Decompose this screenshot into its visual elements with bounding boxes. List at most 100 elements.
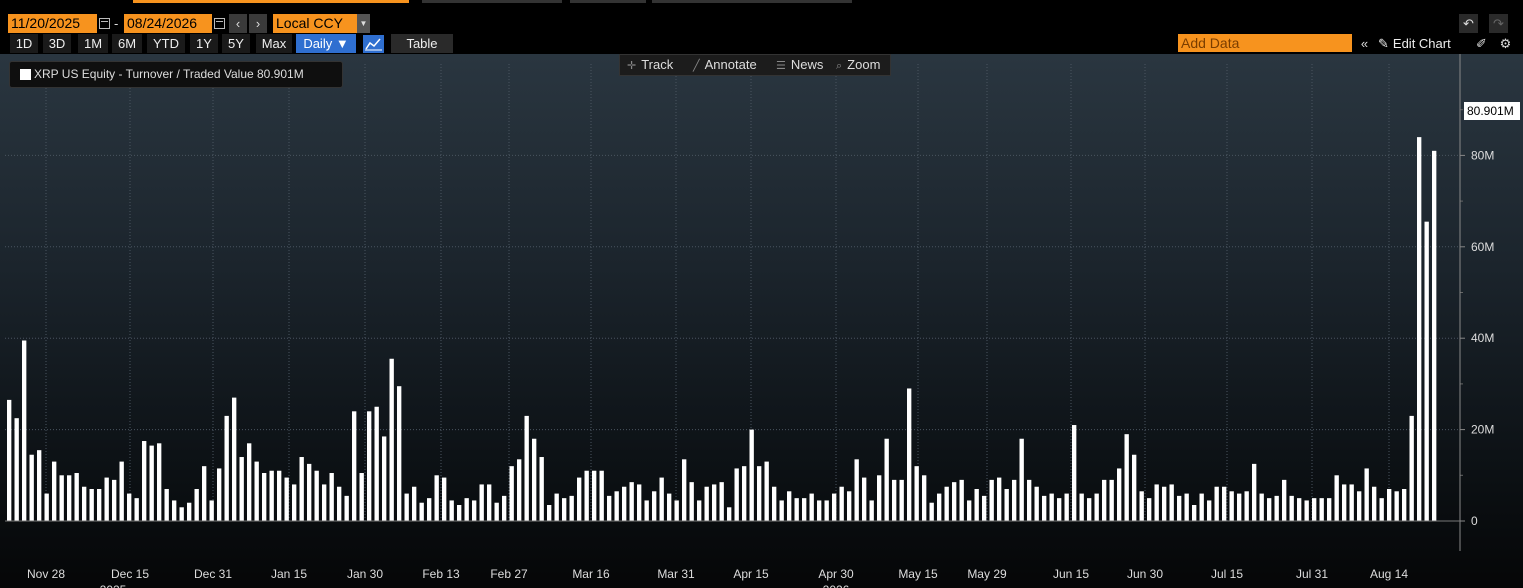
bar [299, 457, 304, 521]
bar [194, 489, 199, 521]
bar [164, 489, 169, 521]
bar [1304, 500, 1309, 521]
news-tool[interactable]: ☰ News [776, 55, 823, 75]
bar [307, 463, 312, 522]
line-chart-icon [365, 38, 382, 51]
bar [187, 502, 192, 521]
edit-mode-button[interactable]: ✐ [1472, 34, 1491, 53]
edit-chart-button[interactable]: ✎ Edit Chart [1378, 34, 1472, 53]
table-button[interactable]: Table [391, 34, 453, 53]
bar [1012, 479, 1017, 521]
bar [1312, 498, 1317, 521]
bar [104, 477, 109, 521]
annotate-tool[interactable]: ╱ Annotate [693, 55, 757, 75]
bar [1027, 479, 1032, 521]
track-tool[interactable]: ✛ Track [627, 55, 673, 75]
bar [584, 470, 589, 521]
end-date-input[interactable]: 08/24/2026 [124, 14, 212, 33]
x-tick-label: Dec 31 [194, 567, 232, 581]
bar [352, 411, 357, 521]
bar [44, 493, 49, 521]
period-5y-button[interactable]: 5Y [222, 34, 250, 53]
bar [607, 495, 612, 521]
bar [787, 491, 792, 521]
redo-button[interactable]: ↷ [1489, 14, 1508, 33]
turnover-bar-chart[interactable]: 0 20M 40M 60M 80M Nov 28 Dec 15 Dec 31 Jan 15 Jan… [0, 54, 1523, 588]
bar [1297, 498, 1302, 521]
settings-button[interactable]: ⚙ [1496, 34, 1515, 53]
bar [1244, 491, 1249, 521]
bar [614, 491, 619, 521]
period-1m-button[interactable]: 1M [78, 34, 108, 53]
bar [1424, 221, 1429, 521]
bar [419, 502, 424, 521]
bar [277, 470, 282, 521]
bar [314, 470, 319, 521]
bar [14, 418, 19, 521]
collapse-button[interactable]: « [1355, 34, 1374, 53]
bar [989, 479, 994, 521]
bar [884, 438, 889, 521]
calendar-icon[interactable] [214, 18, 225, 29]
x-tick-label: Feb 13 [422, 567, 460, 581]
bar [1372, 486, 1377, 521]
bar [1139, 491, 1144, 521]
bar [112, 479, 117, 521]
period-6m-button[interactable]: 6M [112, 34, 142, 53]
bar [487, 484, 492, 521]
bar [1222, 486, 1227, 521]
bar [697, 500, 702, 521]
period-ytd-button[interactable]: YTD [147, 34, 185, 53]
add-data-input[interactable]: Add Data [1178, 34, 1352, 52]
frequency-dropdown[interactable]: Daily ▼ [296, 34, 356, 53]
zoom-label: Zoom [847, 57, 881, 72]
bar [577, 477, 582, 521]
line-chart-type-button[interactable] [363, 35, 384, 53]
bar [779, 500, 784, 521]
bar [802, 498, 807, 521]
previous-button[interactable]: ‹ [229, 14, 247, 33]
bar [269, 470, 274, 521]
bar [374, 406, 379, 521]
x-tick-label: May 15 [898, 567, 938, 581]
bar [1319, 498, 1324, 521]
chart-legend[interactable]: XRP US Equity - Turnover / Traded Value … [9, 61, 343, 88]
period-3d-button[interactable]: 3D [43, 34, 71, 53]
bar [1214, 486, 1219, 521]
bar [1342, 484, 1347, 521]
currency-select[interactable]: Local CCY [273, 14, 357, 33]
bar [1192, 505, 1197, 521]
bar [329, 473, 334, 521]
bar [832, 493, 837, 521]
bar [1004, 489, 1009, 521]
start-date-input[interactable]: 11/20/2025 [8, 14, 97, 33]
x-tick-label: Apr 30 [818, 567, 854, 581]
period-max-button[interactable]: Max [256, 34, 292, 53]
bar [1349, 484, 1354, 521]
bar [959, 479, 964, 521]
bar [404, 493, 409, 521]
period-1d-button[interactable]: 1D [10, 34, 38, 53]
bar [1184, 493, 1189, 521]
bar [134, 498, 139, 521]
undo-button[interactable]: ↶ [1459, 14, 1478, 33]
bar [839, 486, 844, 521]
bar [1154, 484, 1159, 521]
bar [1432, 150, 1437, 521]
zoom-tool[interactable]: ⌕ Zoom [836, 55, 880, 75]
bar [689, 482, 694, 521]
bar [1274, 495, 1279, 521]
currency-dropdown-button[interactable]: ▼ [357, 14, 370, 33]
chart-tools-bar: ✛ Track ╱ Annotate ☰ News ⌕ Zoom [619, 54, 891, 76]
bar [179, 507, 184, 521]
chart-area[interactable]: 0 20M 40M 60M 80M Nov 28 Dec 15 Dec 31 Jan 15 Jan… [0, 54, 1523, 588]
next-button[interactable]: › [249, 14, 267, 33]
bar [472, 500, 477, 521]
calendar-icon[interactable] [99, 18, 110, 29]
bar [74, 473, 79, 521]
double-chevron-left-icon: « [1360, 36, 1369, 51]
bar [1124, 434, 1129, 521]
bar [944, 486, 949, 521]
bar [862, 477, 867, 521]
period-1y-button[interactable]: 1Y [190, 34, 218, 53]
